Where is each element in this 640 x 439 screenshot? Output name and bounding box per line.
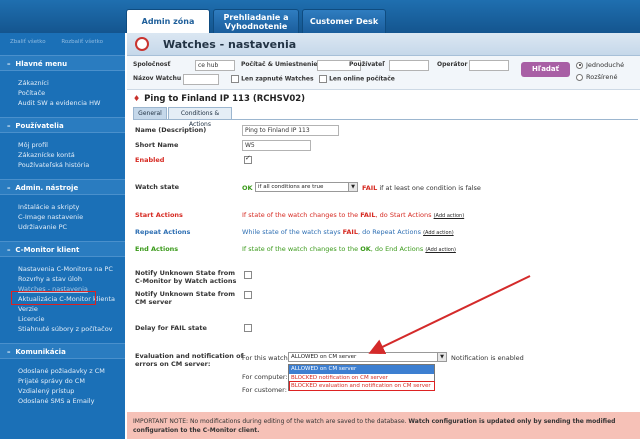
- chevron-down-icon: ▼: [437, 353, 446, 361]
- spolocnost-input[interactable]: ce hub: [195, 60, 235, 71]
- sidebar-section-admin-nastroje[interactable]: – Admin. nástroje: [0, 179, 125, 195]
- sidebar-item-verzie[interactable]: Verzie: [0, 304, 125, 314]
- online-checkbox-box[interactable]: [319, 75, 327, 83]
- operator-label: Operátor: [437, 61, 468, 68]
- pouzivatel-label: Používateľ: [349, 61, 386, 68]
- sidebar-section-komunikacia[interactable]: – Komunikácia: [0, 343, 125, 359]
- pocitac-label: Počítač & Umiestnenie: [241, 61, 318, 68]
- sidebar-item-stiahnute[interactable]: Stiahnuté súbory z počítačov: [0, 324, 125, 334]
- notify-watch-label: Notify Unknown State from C-Monitor by W…: [135, 269, 237, 285]
- state-ok: OK: [242, 184, 253, 192]
- nazov-watchu-input[interactable]: [183, 74, 219, 85]
- state-fail-text: FAIL if at least one condition is false: [362, 184, 481, 192]
- name-label: Name (Description): [135, 126, 207, 134]
- important-note: IMPORTANT NOTE: No modifications during …: [127, 412, 640, 439]
- tab-admin-zona[interactable]: Admin zóna: [126, 9, 210, 33]
- sidebar: Zbaliť všetko Rozbaliť všetko – Hlavné m…: [0, 33, 125, 439]
- watch-state-select[interactable]: if all conditions are true ▼: [255, 182, 358, 192]
- watch-title: ♦ Ping to Finland IP 113 (RCHSV02): [133, 94, 306, 104]
- radio-rozsirene[interactable]: Rozšírené: [576, 73, 617, 81]
- add-end-action-link[interactable]: (Add action): [425, 247, 456, 253]
- delay-fail-checkbox[interactable]: [244, 324, 252, 332]
- sidebar-item-licencie[interactable]: Licencie: [0, 314, 125, 324]
- tab-conditions-actions[interactable]: Conditions & Actions: [168, 107, 232, 128]
- online-pocitace-checkbox[interactable]: Len online počítače: [319, 75, 395, 83]
- watch-state-label: Watch state: [135, 183, 180, 191]
- repeat-actions-label: Repeat Actions: [135, 228, 191, 236]
- sidebar-item-historia[interactable]: Používateľská história: [0, 160, 125, 170]
- sidebar-item-pocitace[interactable]: Počítače: [0, 88, 125, 98]
- hladat-button[interactable]: Hľadať: [521, 62, 570, 77]
- end-actions-label: End Actions: [135, 245, 179, 253]
- evaluation-label: Evaluation and notification of errors on…: [135, 352, 244, 368]
- sidebar-item-moj-profil[interactable]: Môj profil: [0, 140, 125, 150]
- operator-input[interactable]: [469, 60, 509, 71]
- delay-fail-label: Delay for FAIL state: [135, 324, 207, 332]
- name-input[interactable]: Ping to Finland IP 113: [242, 125, 339, 136]
- sidebar-section-hlavne-menu[interactable]: – Hlavné menu: [0, 55, 125, 71]
- sidebar-item-c-image[interactable]: C-Image nastavenie: [0, 212, 125, 222]
- sidebar-item-instalacie[interactable]: Inštalácie a skripty: [0, 202, 125, 212]
- page-header: Watches - nastavenia: [127, 33, 640, 56]
- repeat-actions-text: While state of the watch stays FAIL, do …: [242, 228, 454, 236]
- filter-bar: Spoločnosť ce hub Počítač & Umiestnenie …: [127, 56, 640, 90]
- sidebar-item-nastavenia-cm[interactable]: Nastavenia C-Monitora na PC: [0, 264, 125, 274]
- sidebar-item-prijate-spravy[interactable]: Prijaté správy do CM: [0, 376, 125, 386]
- enabled-checkbox[interactable]: [244, 154, 252, 164]
- add-repeat-action-link[interactable]: (Add action): [423, 230, 454, 236]
- sidebar-item-rozvrhy[interactable]: Rozvrhy a stav úloh: [0, 274, 125, 284]
- main-content: Watches - nastavenia Spoločnosť ce hub P…: [127, 33, 640, 439]
- dropdown-option-highlight: [289, 381, 435, 391]
- tab-general[interactable]: General: [133, 107, 167, 119]
- spolocnost-label: Spoločnosť: [133, 61, 171, 68]
- radio-dot-selected: [576, 61, 583, 69]
- tab-divider: [133, 119, 638, 120]
- for-watch-label: For this watch:: [242, 354, 290, 362]
- sidebar-item-zakaznici[interactable]: Zákazníci: [0, 78, 125, 88]
- radio-jednoduche[interactable]: Jednoduché: [576, 61, 624, 69]
- sidebar-section-c-monitor-klient[interactable]: – C-Monitor klient: [0, 241, 125, 257]
- nazov-watchu-label: Názov Watchu: [133, 75, 182, 82]
- for-computer-label: For computer:: [242, 373, 288, 381]
- start-actions-label: Start Actions: [135, 211, 183, 219]
- notify-watch-checkbox[interactable]: [244, 271, 252, 279]
- sidebar-item-odoslane-poziadavky[interactable]: Odoslané požiadavky z CM: [0, 366, 125, 376]
- top-navigation-bar: Admin zóna Prehliadanie a Vyhodnotenie C…: [0, 0, 640, 33]
- page-title: Watches - nastavenia: [163, 38, 297, 51]
- zapnute-checkbox-box[interactable]: [231, 75, 239, 83]
- expand-all-link[interactable]: Rozbaliť všetko: [61, 39, 103, 45]
- tab-customer-desk[interactable]: Customer Desk: [302, 9, 386, 33]
- collapse-all-link[interactable]: Zbaliť všetko: [10, 39, 46, 45]
- option-allowed[interactable]: ALLOWED on CM server: [289, 365, 434, 374]
- pouzivatel-input[interactable]: [389, 60, 429, 71]
- add-start-action-link[interactable]: (Add action): [434, 213, 465, 219]
- tab-prehliadanie[interactable]: Prehliadanie a Vyhodnotenie: [213, 9, 299, 33]
- sidebar-item-sms[interactable]: Odoslané SMS a Emaily: [0, 396, 125, 406]
- end-actions-text: If state of the watch changes to the OK,…: [242, 245, 456, 253]
- diamond-bullet-icon: ♦: [133, 94, 141, 103]
- notify-cm-label: Notify Unknown State from CM server: [135, 290, 236, 306]
- for-customer-label: For customer:: [242, 386, 287, 394]
- zapnute-watches-checkbox[interactable]: Len zapnuté Watches: [231, 75, 314, 83]
- sidebar-item-udrziavanie[interactable]: Udržiavanie PC: [0, 222, 125, 232]
- sidebar-selection-highlight: [11, 291, 96, 305]
- enabled-label: Enabled: [135, 156, 165, 164]
- for-watch-select[interactable]: ALLOWED on CM server ▼: [288, 352, 447, 362]
- short-name-input[interactable]: W5: [242, 140, 311, 151]
- short-name-label: Short Name: [135, 141, 179, 149]
- notify-cm-checkbox[interactable]: [244, 291, 252, 299]
- start-actions-text: If state of the watch changes to the FAI…: [242, 211, 465, 219]
- sidebar-item-zakaznicke-konta[interactable]: Zákaznícke kontá: [0, 150, 125, 160]
- sidebar-toggles: Zbaliť všetko Rozbaliť všetko: [0, 33, 125, 53]
- radio-dot: [576, 73, 583, 81]
- sidebar-section-pouzivatelia[interactable]: – Používatelia: [0, 117, 125, 133]
- watch-clock-icon: [135, 37, 149, 51]
- chevron-down-icon: ▼: [348, 183, 357, 191]
- sidebar-item-audit[interactable]: Audit SW a evidencia HW: [0, 98, 125, 108]
- sidebar-item-vzdialeny[interactable]: Vzdialený prístup: [0, 386, 125, 396]
- notification-enabled-text: Notification is enabled: [451, 354, 524, 362]
